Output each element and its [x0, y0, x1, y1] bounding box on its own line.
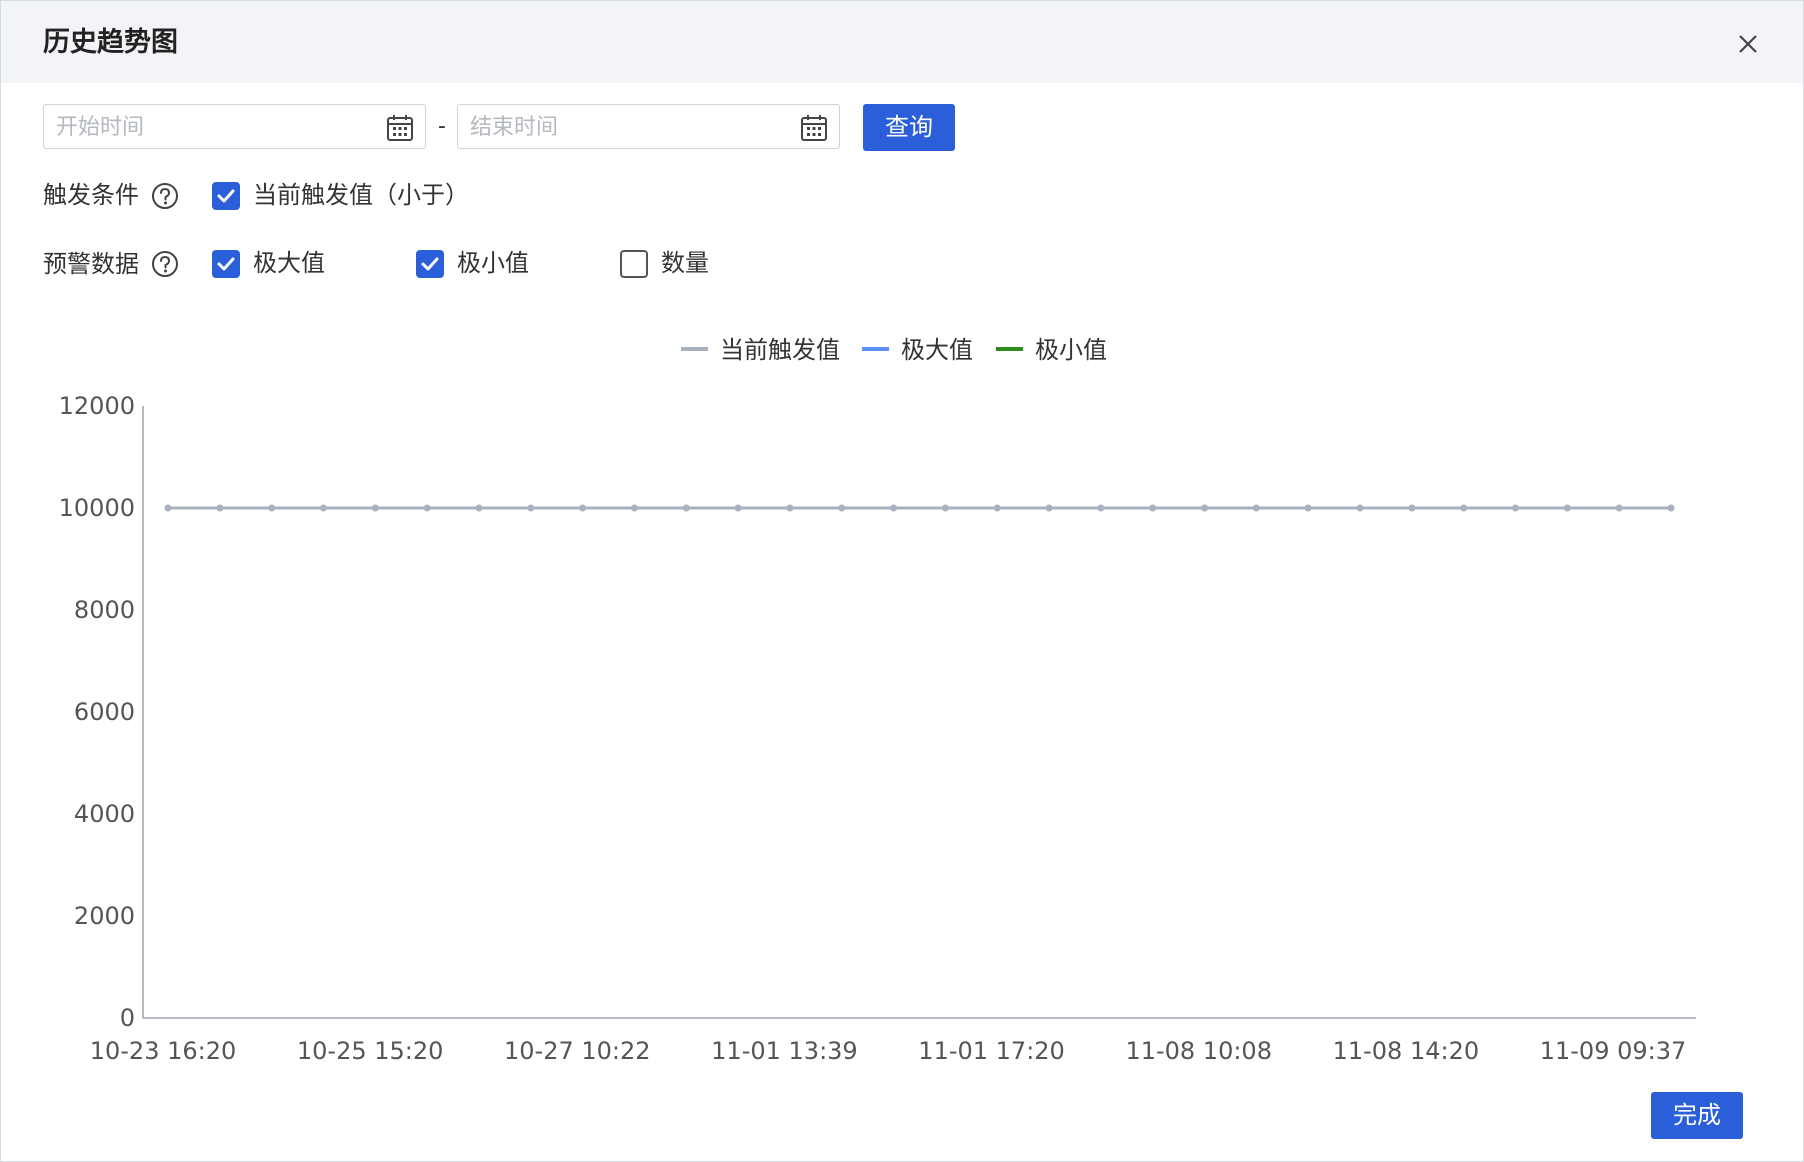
x-tick-label: 11-09 09:37: [1540, 1037, 1687, 1065]
y-tick-label: 12000: [59, 392, 135, 420]
data-point: [475, 504, 483, 512]
data-point: [1304, 504, 1312, 512]
data-point: [1615, 504, 1623, 512]
warning-max-checkbox[interactable]: [212, 250, 240, 278]
data-point: [941, 504, 949, 512]
end-date-picker[interactable]: [457, 104, 840, 149]
help-icon[interactable]: [151, 182, 179, 210]
warning-data-label: 预警数据: [43, 250, 139, 278]
x-tick-label: 11-01 17:20: [918, 1037, 1065, 1065]
y-tick-label: 2000: [74, 902, 135, 930]
data-point: [734, 504, 742, 512]
warning-count-label: 数量: [661, 249, 709, 277]
data-point: [1149, 504, 1157, 512]
x-tick-label: 11-08 10:08: [1125, 1037, 1272, 1065]
trigger-current-value-label: 当前触发值（小于）: [253, 181, 469, 209]
date-range-separator: -: [438, 114, 446, 139]
start-date-picker[interactable]: [43, 104, 426, 149]
start-date-input[interactable]: [56, 111, 356, 143]
data-point: [579, 504, 587, 512]
legend-label: 当前触发值: [720, 336, 840, 364]
done-button[interactable]: 完成: [1651, 1092, 1743, 1139]
warning-min-checkbox[interactable]: [416, 250, 444, 278]
warning-min-label: 极小值: [457, 249, 529, 277]
check-icon: [421, 257, 439, 271]
data-point: [890, 504, 898, 512]
y-tick-label: 8000: [74, 596, 135, 624]
x-tick-label: 10-25 15:20: [297, 1037, 444, 1065]
data-point: [371, 504, 379, 512]
data-point: [1201, 504, 1209, 512]
end-date-input[interactable]: [470, 111, 770, 143]
y-tick-label: 4000: [74, 800, 135, 828]
check-icon: [217, 257, 235, 271]
data-point: [1512, 504, 1520, 512]
y-tick-label: 10000: [59, 494, 135, 522]
warning-count-checkbox[interactable]: [620, 250, 648, 278]
calendar-icon[interactable]: [385, 113, 415, 143]
data-point: [268, 504, 276, 512]
x-tick-label: 11-08 14:20: [1333, 1037, 1480, 1065]
data-point: [1408, 504, 1416, 512]
y-tick-label: 6000: [74, 698, 135, 726]
data-point: [216, 504, 224, 512]
data-point: [1045, 504, 1053, 512]
x-tick-label: 10-23 16:20: [90, 1037, 237, 1065]
data-point: [682, 504, 690, 512]
data-point: [630, 504, 638, 512]
close-icon[interactable]: [1731, 27, 1765, 61]
data-point: [1356, 504, 1364, 512]
legend-label: 极大值: [901, 336, 973, 364]
data-point: [527, 504, 535, 512]
y-tick-label: 0: [120, 1004, 135, 1032]
data-point: [423, 504, 431, 512]
trigger-current-value-checkbox[interactable]: [212, 182, 240, 210]
dialog-header: 历史趋势图: [1, 1, 1803, 83]
calendar-icon[interactable]: [799, 113, 829, 143]
data-point: [838, 504, 846, 512]
data-point: [1252, 504, 1260, 512]
legend-label: 极小值: [1035, 336, 1107, 364]
data-point: [993, 504, 1001, 512]
data-point: [786, 504, 794, 512]
x-tick-label: 10-27 10:22: [504, 1037, 651, 1065]
x-tick-label: 11-01 13:39: [711, 1037, 858, 1065]
trend-chart: 0 2000 4000 6000 8000 10000 12000 10-23 16:20 10…: [59, 336, 1696, 1065]
help-icon[interactable]: [151, 250, 179, 278]
data-point: [319, 504, 327, 512]
check-icon: [217, 189, 235, 203]
data-point: [1460, 504, 1468, 512]
history-trend-dialog: 历史趋势图 - 查询 触发条件: [0, 0, 1804, 1162]
query-button[interactable]: 查询: [863, 104, 955, 151]
data-point: [1097, 504, 1105, 512]
data-point: [1667, 504, 1675, 512]
data-point: [1563, 504, 1571, 512]
trigger-condition-label: 触发条件: [43, 181, 139, 209]
data-point: [164, 504, 172, 512]
warning-max-label: 极大值: [253, 249, 325, 277]
dialog-title: 历史趋势图: [43, 27, 178, 58]
